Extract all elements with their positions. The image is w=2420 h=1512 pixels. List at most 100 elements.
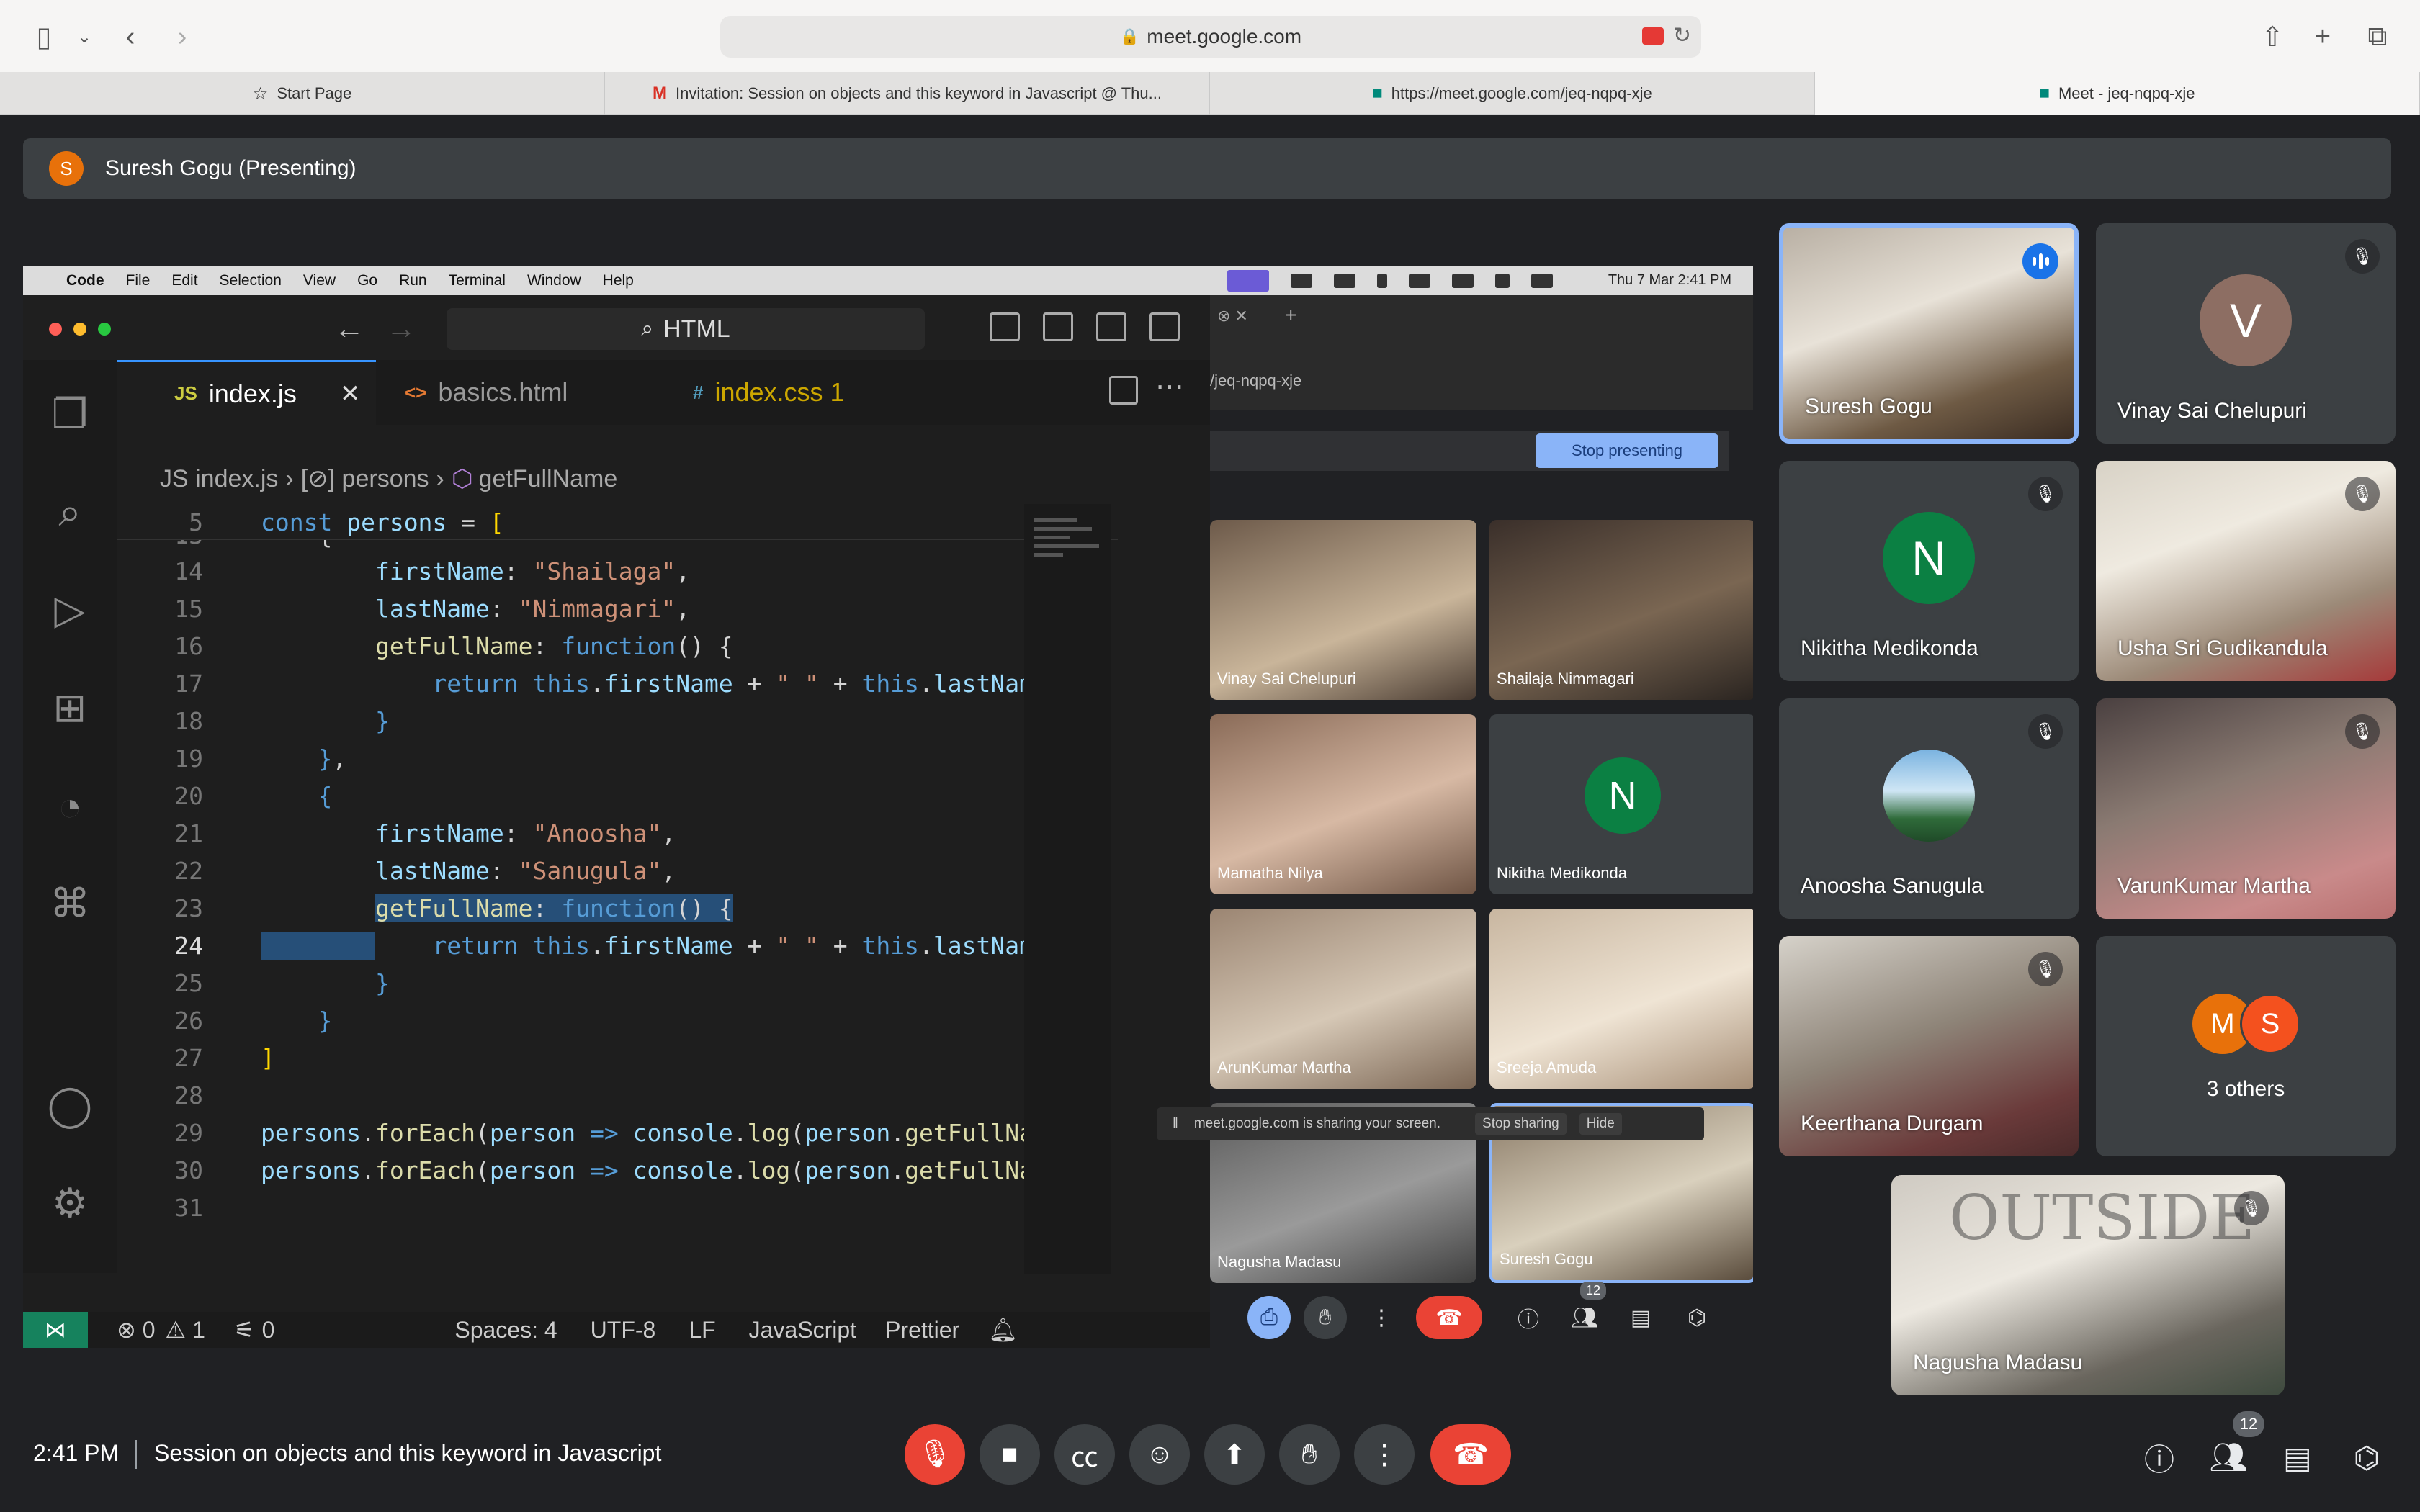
meeting-details-icon[interactable]: ⓘ bbox=[2139, 1437, 2179, 1477]
toggle-secondary-sidebar-icon bbox=[1096, 312, 1126, 341]
line-number: 5 bbox=[189, 508, 203, 536]
leave-call-button[interactable]: ☎ bbox=[1430, 1424, 1511, 1485]
code-line: lastName: "Sanugula", bbox=[375, 857, 676, 885]
address-bar[interactable]: 🔒 meet.google.com ↻ bbox=[720, 16, 1701, 58]
code-line: persons.forEach(person => console.log(pe… bbox=[261, 1156, 1062, 1184]
meet-control-bar: 2:41 PM Session on objects and this keyw… bbox=[0, 1397, 2420, 1512]
sidebar-toggle-icon[interactable]: ▯ bbox=[29, 22, 59, 53]
menu-window: Window bbox=[526, 272, 581, 289]
leave-call-icon: ☎ bbox=[1416, 1296, 1482, 1339]
html-file-icon: <> bbox=[405, 381, 427, 403]
line-number: 20 bbox=[174, 782, 203, 810]
editor-tabs: JS index.js ✕ <> basics.html # index.css… bbox=[117, 360, 1210, 425]
present-screen-button[interactable]: ⬆ bbox=[1204, 1424, 1265, 1485]
back-icon[interactable]: ‹ bbox=[115, 22, 145, 52]
others-tile[interactable]: M S 3 others bbox=[2096, 936, 2396, 1156]
tile-name: Nagusha Madasu bbox=[1217, 1253, 1342, 1271]
back-arrow-icon: ← bbox=[334, 311, 364, 345]
tab-start-page[interactable]: ☆ Start Page bbox=[0, 72, 605, 115]
tab-overview-icon[interactable]: ⧉ bbox=[2362, 22, 2393, 52]
breadcrumb-item: JS index.js bbox=[160, 464, 279, 492]
problems-warnings: ⚠ 1 bbox=[165, 1317, 205, 1343]
mac-menubar: Code File Edit Selection View Go Run Ter… bbox=[23, 266, 1753, 295]
people-icon[interactable]: 👥︎ bbox=[2208, 1437, 2249, 1477]
browser-toolbar: ▯ ⌄ ‹ › 🔒 meet.google.com ↻ ⇧ + ⧉ bbox=[0, 0, 2420, 72]
camera-button[interactable]: ■ bbox=[980, 1424, 1040, 1485]
chevron-down-icon[interactable]: ⌄ bbox=[69, 22, 99, 52]
tile-name: Vinay Sai Chelupuri bbox=[1217, 670, 1356, 688]
tile-name: Mamatha Nilya bbox=[1217, 864, 1323, 882]
captions-button[interactable]: ㏄ bbox=[1054, 1424, 1115, 1485]
search-icon: ⌕ bbox=[58, 488, 81, 534]
stop-sharing-button: Stop sharing bbox=[1475, 1113, 1567, 1135]
avatar: N bbox=[1585, 757, 1661, 834]
wifi-icon bbox=[1452, 274, 1474, 288]
speaking-indicator-icon bbox=[2022, 243, 2058, 279]
tab-close-icon: ⊗ ✕ bbox=[1217, 307, 1248, 325]
participant-tile[interactable]: 🎙︎ VarunKumar Martha bbox=[2096, 698, 2396, 919]
camera-in-use-icon[interactable] bbox=[1642, 27, 1664, 45]
breadcrumb-item: getFullName bbox=[478, 464, 618, 492]
emoji-reactions-button[interactable]: ☺ bbox=[1129, 1424, 1190, 1485]
tile-name: Shailaja Nimmagari bbox=[1497, 670, 1634, 688]
code-line: } bbox=[375, 969, 390, 997]
participant-tile[interactable]: 🎙︎ Keerthana Durgam bbox=[1779, 936, 2079, 1156]
mic-off-button[interactable]: 🎙︎ bbox=[905, 1424, 965, 1485]
avatar: N bbox=[1883, 511, 1975, 604]
account-icon: ◯ bbox=[47, 1082, 93, 1128]
inner-meet-controls: ⎙ ✋︎ ⋮ ☎ ⓘ 👥︎ 12 ▤ ⌬ bbox=[1210, 1282, 1753, 1348]
mic-off-icon: 🎙︎ bbox=[2345, 477, 2380, 511]
more-options-button[interactable]: ⋮ bbox=[1354, 1424, 1415, 1485]
participant-name: Anoosha Sanugula bbox=[1801, 874, 1984, 898]
lock-icon: 🔒 bbox=[1119, 27, 1140, 45]
new-tab-icon: + bbox=[1285, 304, 1297, 326]
code-line-selected: getFullName: function() { bbox=[375, 894, 733, 922]
settings-gear-icon: ⚙ bbox=[51, 1180, 89, 1225]
participant-tile[interactable]: OUTSIDE 🎙︎ Nagusha Madasu bbox=[1891, 1175, 2285, 1395]
line-number: 25 bbox=[174, 969, 203, 997]
share-icon[interactable]: ⇧ bbox=[2257, 22, 2287, 53]
participant-name: Keerthana Durgam bbox=[1801, 1112, 1984, 1135]
participant-tile[interactable]: 🎙︎ V Vinay Sai Chelupuri bbox=[2096, 223, 2396, 444]
forward-icon[interactable]: › bbox=[167, 22, 197, 52]
close-window-icon bbox=[49, 323, 62, 336]
menu-help: Help bbox=[602, 272, 634, 289]
chat-icon: ▤ bbox=[1630, 1305, 1652, 1330]
people-icon: 👥︎ bbox=[1570, 1305, 1599, 1330]
code-line: persons.forEach(person => console.log(pe… bbox=[261, 1119, 1062, 1147]
activity-bar: ❐ ⌕ ▷ ⊞ ◔ ⌘ ◯ ⚙ bbox=[23, 360, 117, 1273]
chat-icon[interactable]: ▤ bbox=[2277, 1437, 2318, 1477]
mic-off-icon: 🎙︎ bbox=[2028, 477, 2063, 511]
activities-icon[interactable]: ⌬ bbox=[2347, 1437, 2387, 1477]
line-number: 14 bbox=[174, 557, 203, 585]
participant-count-badge: 12 bbox=[2233, 1411, 2264, 1437]
tab-meet-url[interactable]: ■ https://meet.google.com/jeq-nqpq-xje bbox=[1210, 72, 1815, 115]
address-text: meet.google.com bbox=[1147, 25, 1302, 48]
tab-index-js: JS index.js ✕ bbox=[117, 360, 376, 425]
participant-tile[interactable]: 🎙︎ N Nikitha Medikonda bbox=[1779, 461, 2079, 681]
inner-tile: Mamatha Nilya bbox=[1210, 714, 1476, 894]
tab-meet-active[interactable]: ■ Meet - jeq-nqpq-xje bbox=[1815, 72, 2420, 115]
participant-tile[interactable]: 🎙︎ Usha Sri Gudikandula bbox=[2096, 461, 2396, 681]
line-number: 23 bbox=[174, 894, 203, 922]
toggle-sidebar-icon bbox=[990, 312, 1020, 341]
raise-hand-button[interactable]: ✋︎ bbox=[1279, 1424, 1340, 1485]
new-tab-icon[interactable]: + bbox=[2308, 22, 2338, 52]
menu-run: Run bbox=[399, 272, 427, 289]
chevron-right-icon: › bbox=[285, 464, 294, 492]
inner-tile: N Nikitha Medikonda bbox=[1489, 714, 1753, 894]
wall-logo-icon: OUTSIDE bbox=[1949, 1182, 2255, 1254]
mic-off-icon: 🎙︎ bbox=[2345, 239, 2380, 274]
mic-off-icon: 🎙︎ bbox=[2345, 714, 2380, 749]
menu-file: File bbox=[125, 272, 151, 289]
screen-share-icon bbox=[1227, 270, 1269, 292]
tab-label: Start Page bbox=[277, 84, 352, 102]
reload-icon[interactable]: ↻ bbox=[1673, 23, 1691, 48]
line-number: 19 bbox=[174, 744, 203, 773]
line-number: 17 bbox=[174, 670, 203, 698]
tile-name: ArunKumar Martha bbox=[1217, 1058, 1351, 1076]
participant-tile-speaking[interactable]: Suresh Gogu bbox=[1779, 223, 2079, 444]
tab-gmail-invitation[interactable]: M Invitation: Session on objects and thi… bbox=[605, 72, 1210, 115]
participant-tile[interactable]: 🎙︎ Anoosha Sanugula bbox=[1779, 698, 2079, 919]
tab-label: index.js bbox=[208, 378, 297, 408]
